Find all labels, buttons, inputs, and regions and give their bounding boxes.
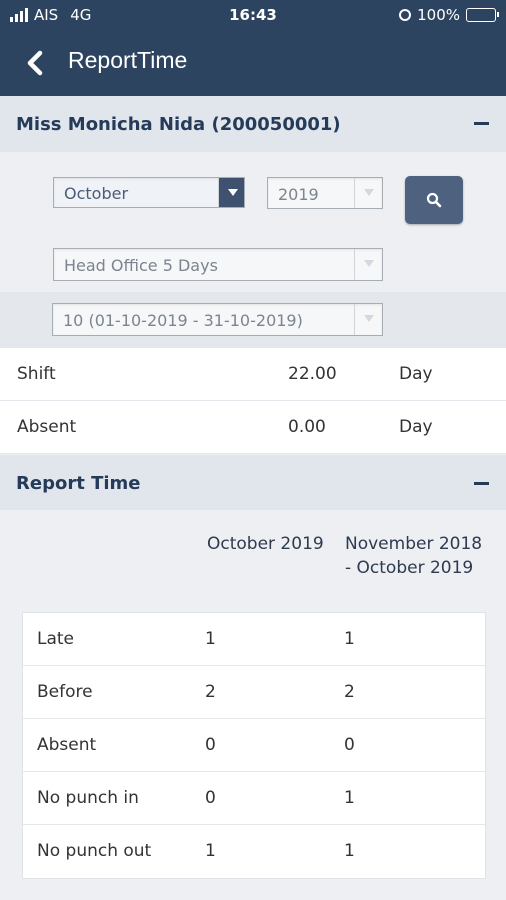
search-button[interactable] bbox=[405, 176, 463, 224]
row-month-value: 0 bbox=[205, 788, 216, 808]
period-value: 10 (01-10-2019 - 31-10-2019) bbox=[63, 311, 303, 330]
page-title: ReportTime bbox=[68, 47, 188, 73]
status-right: 100% bbox=[399, 6, 499, 24]
alarm-icon bbox=[399, 9, 412, 21]
employee-name: Miss Monicha Nida (200050001) bbox=[16, 114, 341, 135]
month-select[interactable]: October bbox=[53, 177, 245, 208]
status-bar: AIS 4G 16:43 100% bbox=[0, 0, 506, 30]
column-header-month: October 2019 bbox=[207, 534, 324, 554]
employee-section-header[interactable]: Miss Monicha Nida (200050001) bbox=[0, 96, 506, 152]
summary-label: Absent bbox=[17, 417, 77, 437]
table-row: No punch out 1 1 bbox=[23, 825, 485, 878]
row-year-value: 1 bbox=[344, 788, 355, 808]
chevron-down-icon bbox=[354, 178, 382, 208]
collapse-icon[interactable] bbox=[474, 482, 489, 485]
table-row: Late 1 1 bbox=[23, 613, 485, 666]
summary-value: 22.00 bbox=[288, 364, 337, 384]
back-icon[interactable] bbox=[22, 48, 52, 78]
row-year-value: 0 bbox=[344, 735, 355, 755]
summary-label: Shift bbox=[17, 364, 56, 384]
row-year-value: 1 bbox=[344, 629, 355, 649]
summary-unit: Day bbox=[399, 417, 433, 437]
column-header-year-range: November 2018 - October 2019 bbox=[345, 534, 483, 578]
summary-value: 0.00 bbox=[288, 417, 326, 437]
collapse-icon[interactable] bbox=[474, 122, 489, 125]
year-select[interactable]: 2019 bbox=[267, 177, 383, 209]
chevron-down-icon bbox=[354, 304, 382, 335]
year-value: 2019 bbox=[278, 185, 319, 204]
row-month-value: 1 bbox=[205, 629, 216, 649]
search-icon bbox=[426, 192, 442, 208]
month-value: October bbox=[64, 184, 129, 203]
table-row: Absent 0 0 bbox=[23, 719, 485, 772]
shift-group-select[interactable]: Head Office 5 Days bbox=[53, 248, 383, 281]
row-label: No punch in bbox=[37, 788, 139, 808]
nav-bar: ReportTime bbox=[0, 30, 506, 96]
row-month-value: 1 bbox=[205, 841, 216, 861]
shift-group-value: Head Office 5 Days bbox=[64, 256, 218, 275]
chevron-down-icon bbox=[218, 178, 244, 207]
chevron-down-icon bbox=[354, 249, 382, 280]
row-year-value: 1 bbox=[344, 841, 355, 861]
row-month-value: 2 bbox=[205, 682, 216, 702]
table-row: No punch in 0 1 bbox=[23, 772, 485, 825]
row-year-value: 2 bbox=[344, 682, 355, 702]
table-row: Before 2 2 bbox=[23, 666, 485, 719]
summary-row-shift: Shift 22.00 Day bbox=[0, 348, 506, 401]
row-month-value: 0 bbox=[205, 735, 216, 755]
report-title: Report Time bbox=[16, 473, 141, 494]
period-select[interactable]: 10 (01-10-2019 - 31-10-2019) bbox=[52, 303, 383, 336]
report-section-header[interactable]: Report Time bbox=[0, 455, 506, 511]
battery-icon bbox=[466, 8, 499, 22]
row-label: Before bbox=[37, 682, 93, 702]
summary-row-absent: Absent 0.00 Day bbox=[0, 401, 506, 454]
row-label: No punch out bbox=[37, 841, 152, 861]
row-label: Absent bbox=[37, 735, 97, 755]
report-table: Late 1 1 Before 2 2 Absent 0 0 No punch … bbox=[22, 612, 486, 879]
summary-unit: Day bbox=[399, 364, 433, 384]
battery-label: 100% bbox=[417, 6, 460, 24]
row-label: Late bbox=[37, 629, 75, 649]
